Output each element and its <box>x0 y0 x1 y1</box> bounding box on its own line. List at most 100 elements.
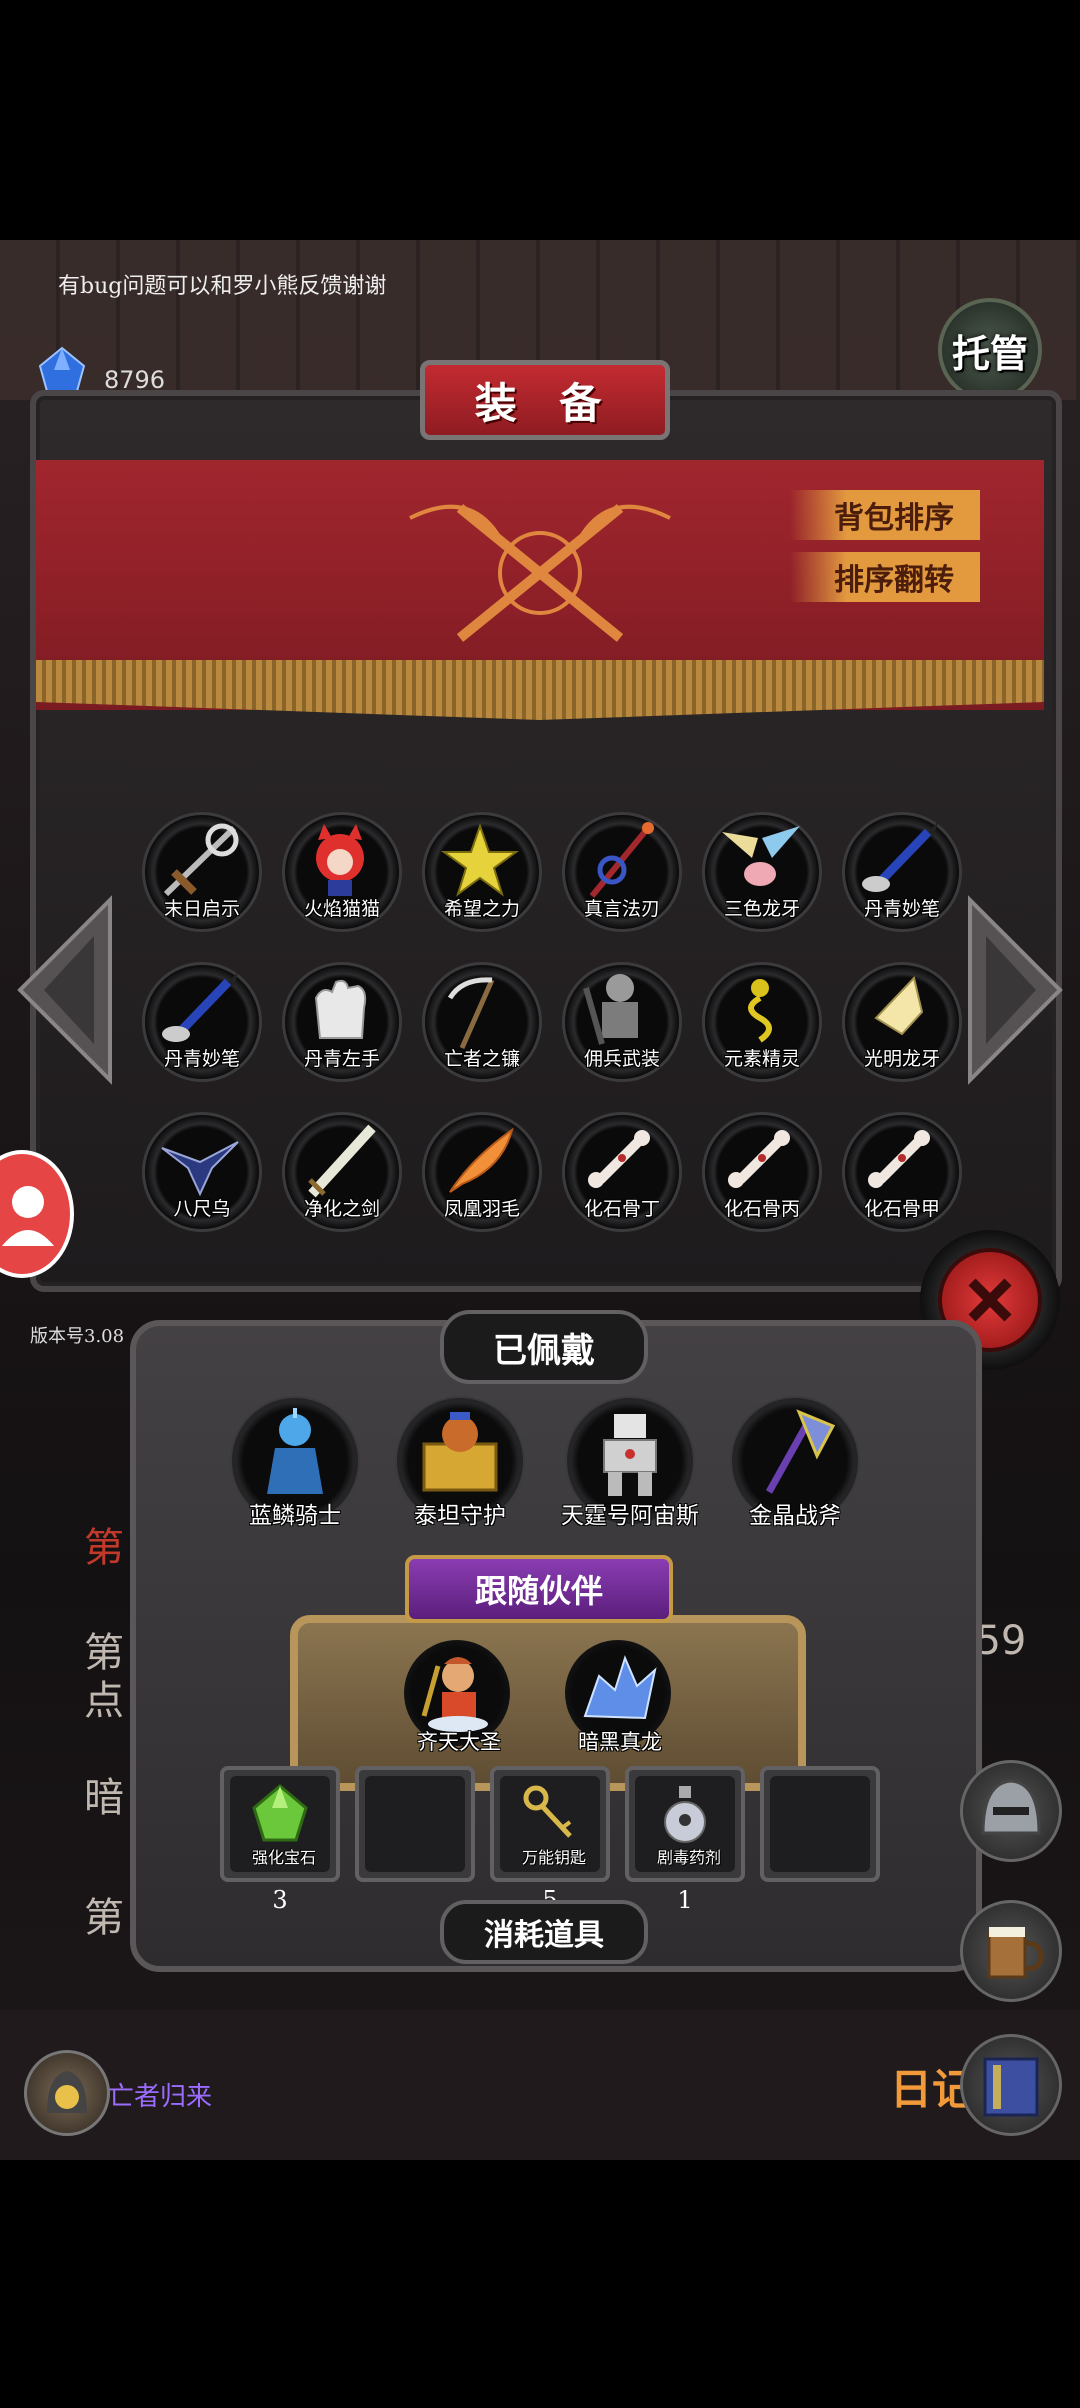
page-left-arrow[interactable] <box>10 890 120 1090</box>
helmet-button[interactable] <box>960 1760 1062 1862</box>
inventory-slot[interactable]: 净化之剑 <box>282 1112 402 1232</box>
sword-icon <box>308 1124 376 1198</box>
halberd-icon <box>163 823 239 897</box>
inventory-slot[interactable]: 元素精灵 <box>702 962 822 1082</box>
item-label: 三色龙牙 <box>723 898 800 920</box>
item-label: 净化之剑 <box>303 1198 380 1220</box>
feedback-note: 有bug问题可以和罗小熊反馈谢谢 <box>58 274 387 299</box>
brush-icon <box>862 822 938 892</box>
equipped-slot[interactable]: 金晶战斧 <box>730 1396 860 1529</box>
consumable-slot[interactable]: 强化宝石 3 <box>220 1766 340 1914</box>
light-fang-icon <box>874 975 924 1036</box>
consumables-title: 消耗道具 <box>440 1900 648 1964</box>
inventory-slot[interactable]: 化石骨甲 <box>842 1112 962 1232</box>
item-label: 佣兵武装 <box>583 1048 660 1070</box>
knight-icon <box>267 1408 323 1494</box>
beer-mug-icon <box>987 1927 1044 1979</box>
inventory-slot[interactable]: 末日启示 <box>142 812 262 932</box>
consumable-label: 万能钥匙 <box>521 1848 586 1867</box>
titan-icon <box>422 1412 498 1492</box>
item-label: 丹青妙笔 <box>163 1048 240 1070</box>
consumable-slot-empty[interactable] <box>760 1766 880 1882</box>
inventory-slot[interactable]: 丹青妙笔 <box>142 962 262 1082</box>
inventory-slot[interactable]: 三色龙牙 <box>702 812 822 932</box>
equipped-label: 天霆号阿宙斯 <box>561 1503 699 1529</box>
item-label: 真言法刃 <box>583 898 660 920</box>
inventory-slot[interactable]: 火焰猫猫 <box>282 812 402 932</box>
item-label: 凤凰羽毛 <box>443 1198 520 1220</box>
equipped-label: 蓝鳞骑士 <box>249 1503 341 1529</box>
scythe-icon <box>447 977 495 1050</box>
companion-label: 暗黑真龙 <box>578 1730 662 1754</box>
staff-icon <box>589 822 654 898</box>
item-label: 化石骨丙 <box>723 1198 800 1220</box>
close-icon <box>968 1278 1012 1322</box>
armor-icon <box>583 974 638 1045</box>
consumable-quantity: 3 <box>272 1886 288 1914</box>
item-label: 丹青妙笔 <box>863 898 940 920</box>
diary-button[interactable] <box>960 2034 1062 2136</box>
book-icon <box>983 2057 1039 2117</box>
inventory-slot[interactable]: 真言法刃 <box>562 812 682 932</box>
companion-area <box>290 1615 806 1791</box>
bone-icon <box>868 1130 930 1188</box>
consumable-slot[interactable]: 剧毒药剂 1 <box>625 1766 745 1914</box>
equipped-slot[interactable]: 泰坦守护 <box>395 1396 525 1529</box>
item-label: 末日启示 <box>163 898 240 920</box>
version-label: 版本号3.08 <box>30 1326 125 1347</box>
background-text: 点 <box>84 1678 124 1724</box>
consumable-label: 强化宝石 <box>251 1848 316 1867</box>
inventory-slot[interactable]: 亡者之镰 <box>422 962 542 1082</box>
item-label: 八尺乌 <box>173 1198 231 1220</box>
consumable-quantity: 1 <box>677 1886 693 1914</box>
item-label: 亡者之镰 <box>443 1048 520 1070</box>
hero-avatar[interactable] <box>24 2050 110 2136</box>
item-label: 火焰猫猫 <box>303 898 380 920</box>
floating-user-icon[interactable] <box>0 1150 74 1278</box>
inventory-slot[interactable]: 凤凰羽毛 <box>422 1112 542 1232</box>
page-right-arrow[interactable] <box>960 890 1070 1090</box>
bone-icon <box>588 1130 650 1188</box>
mecha-icon <box>603 1414 657 1496</box>
inventory-slot[interactable]: 八尺乌 <box>142 1112 262 1232</box>
tricolor-fang-icon <box>722 826 800 886</box>
reverse-sort-button[interactable]: 排序翻转 <box>790 552 980 602</box>
key-icon <box>523 1785 572 1838</box>
star-icon <box>440 822 520 897</box>
companion-slot[interactable]: 暗黑真龙 <box>565 1640 675 1754</box>
consumable-slot-empty[interactable] <box>355 1766 475 1882</box>
consumable-slot[interactable]: 万能钥匙5 <box>490 1766 610 1914</box>
consumable-label: 剧毒药剂 <box>656 1848 721 1867</box>
item-label: 丹青左手 <box>303 1048 380 1070</box>
equipped-slot[interactable]: 蓝鳞骑士 <box>230 1396 360 1529</box>
sort-inventory-button[interactable]: 背包排序 <box>790 490 980 540</box>
elemental-icon <box>748 979 772 1043</box>
auto-play-button[interactable]: 托管 <box>938 298 1042 402</box>
green-gem-icon <box>252 1784 308 1842</box>
companion-title: 跟随伙伴 <box>405 1555 673 1623</box>
inventory-slot[interactable]: 丹青左手 <box>282 962 402 1082</box>
inventory-slot[interactable]: 希望之力 <box>422 812 542 932</box>
item-label: 希望之力 <box>443 898 520 920</box>
fire-cat-icon <box>316 824 364 896</box>
crow-icon <box>161 1141 239 1197</box>
panel-title: 装 备 <box>420 360 670 440</box>
companion-slot[interactable]: 齐天大圣 <box>404 1640 514 1754</box>
bone-icon <box>728 1130 790 1188</box>
hero-name: 亡者归来 <box>108 2082 213 2112</box>
helmet-icon <box>981 1779 1041 1835</box>
feather-icon <box>449 1127 514 1193</box>
equipped-label: 泰坦守护 <box>414 1503 506 1529</box>
companion-label: 齐天大圣 <box>417 1730 501 1754</box>
inventory-slot[interactable]: 丹青妙笔 <box>842 812 962 932</box>
potion-icon <box>664 1786 706 1843</box>
item-label: 元素精灵 <box>723 1048 800 1070</box>
inventory-slot[interactable]: 光明龙牙 <box>842 962 962 1082</box>
inventory-slot[interactable]: 佣兵武装 <box>562 962 682 1082</box>
inventory-slot[interactable]: 化石骨丙 <box>702 1112 822 1232</box>
equipped-slot[interactable]: 天霆号阿宙斯 <box>561 1396 699 1529</box>
inventory-slot[interactable]: 化石骨丁 <box>562 1112 682 1232</box>
brush-icon <box>162 972 238 1042</box>
item-label: 光明龙牙 <box>863 1048 940 1070</box>
tavern-button[interactable] <box>960 1900 1062 2002</box>
